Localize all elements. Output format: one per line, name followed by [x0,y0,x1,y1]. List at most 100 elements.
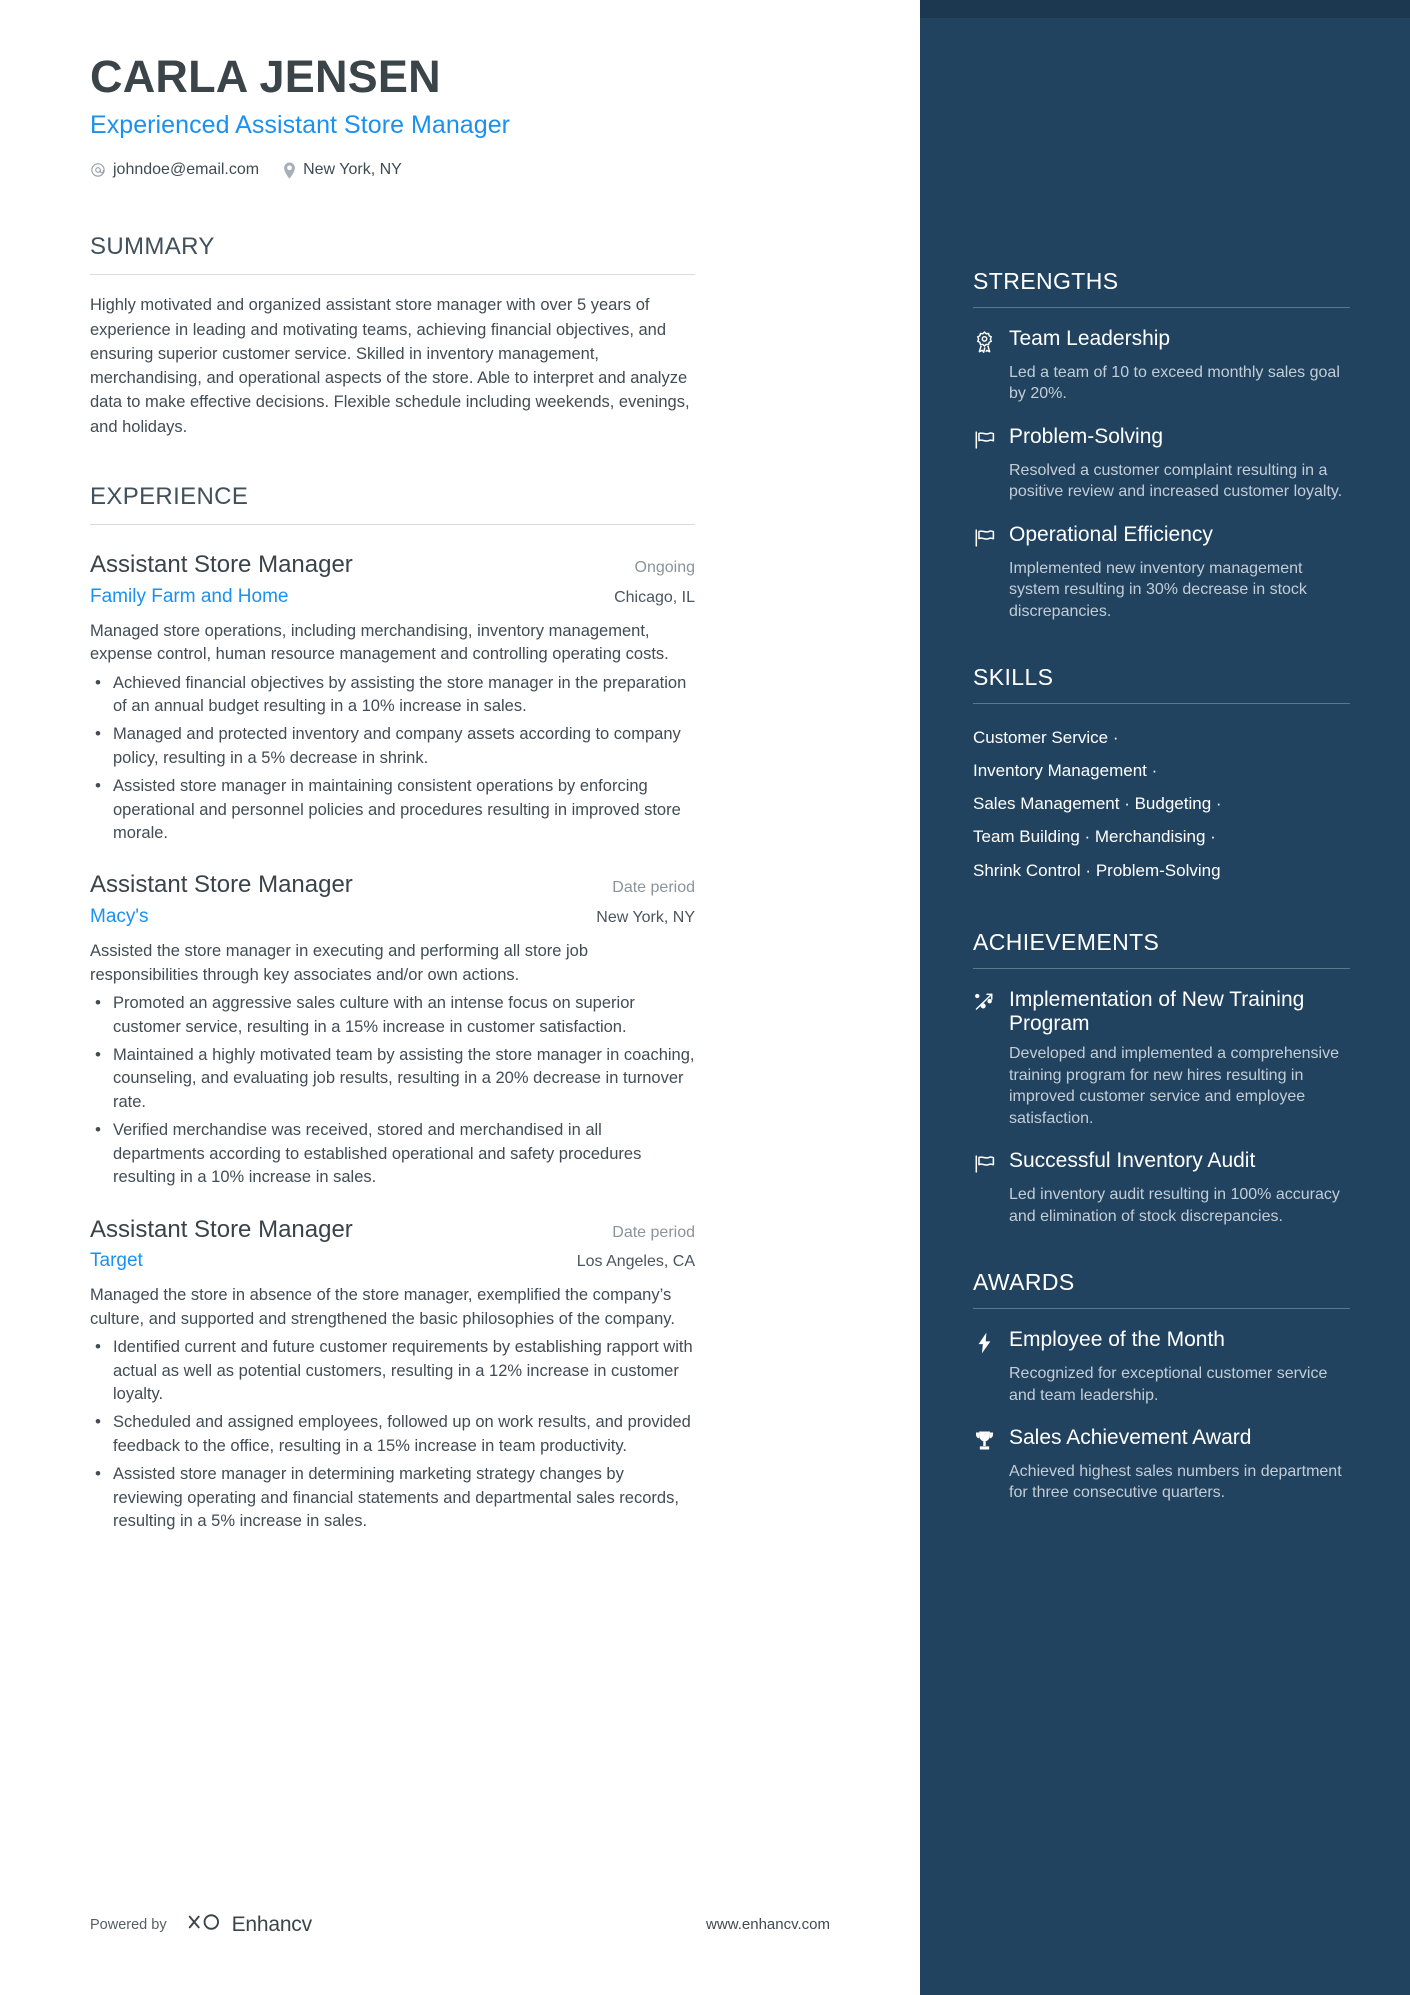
flag-icon [973,1151,996,1177]
sidebar: STRENGTHS Team Leadership Led a team of … [920,0,1410,1995]
job-bullet-list: Achieved financial objectives by assisti… [90,671,695,846]
job-bullet: Assisted store manager in determining ma… [90,1462,695,1533]
lightning-bolt-icon [973,1330,996,1356]
job-date: Date period [612,1223,695,1241]
summary-heading: SUMMARY [90,233,215,261]
experience-entry-title-row: Assistant Store Manager Date period [90,1216,695,1245]
flag-icon [973,525,996,551]
job-bullet-list: Promoted an aggressive sales culture wit… [90,991,695,1189]
experience-divider [90,523,695,525]
experience-heading: EXPERIENCE [90,482,249,510]
strengths-heading: STRENGTHS [973,268,1119,294]
experience-section: EXPERIENCE Assistant Store Manager Ongoi… [90,483,920,1534]
summary-section: SUMMARY Highly motivated and organized a… [90,233,920,439]
experience-entry-company-row: Macy's New York, NY [90,906,695,928]
achievement-item: Successful Inventory Audit Led inventory… [973,1149,1350,1227]
page-footer: Powered by Enhancv www.enhancv.com [90,1911,830,1938]
enhancv-brand-text: Enhancv [231,1912,313,1936]
summary-divider [90,274,695,276]
experience-entry-title-row: Assistant Store Manager Date period [90,871,695,900]
job-description: Managed the store in absence of the stor… [90,1286,675,1328]
strength-title: Problem-Solving [1009,424,1164,448]
job-bullet: Maintained a highly motivated team by as… [90,1043,695,1114]
achievements-heading: ACHIEVEMENTS [973,928,1160,955]
contact-email[interactable]: johndoe@email.com [90,161,259,179]
contact-location: New York, NY [283,161,402,179]
award-item: Sales Achievement Award Achieved highest… [973,1426,1350,1504]
resume-header: CARLA JENSEN Experienced Assistant Store… [90,51,920,179]
contact-row: johndoe@email.com New York, NY [90,161,920,179]
award-item-head: Sales Achievement Award [973,1426,1350,1454]
award-description: Achieved highest sales numbers in depart… [1009,1462,1342,1502]
page-title: CARLA JENSEN [90,51,441,102]
job-bullet: Managed and protected inventory and comp… [90,722,695,770]
skill-line: Shrink Control · Problem-Solving [973,860,1221,880]
job-company[interactable]: Family Farm and Home [90,586,289,608]
job-title: Assistant Store Manager [90,1215,353,1243]
job-title: Assistant Store Manager [90,550,353,578]
achievement-item-head: Successful Inventory Audit [973,1149,1350,1177]
awards-section: AWARDS Employee of the Month Recognized … [973,1269,1350,1504]
strength-title: Team Leadership [1009,327,1171,350]
skills-section: SKILLS Customer Service · Inventory Mana… [973,664,1350,887]
strength-title: Operational Efficiency [1009,522,1213,546]
job-description: Assisted the store manager in executing … [90,942,589,984]
job-date: Date period [612,879,695,897]
resume-page: CARLA JENSEN Experienced Assistant Store… [0,0,1410,1995]
achievement-description: Led inventory audit resulting in 100% ac… [1009,1186,1340,1225]
experience-entry-company-row: Family Farm and Home Chicago, IL [90,586,695,608]
experience-entry: Assistant Store Manager Ongoing Family F… [90,551,695,846]
award-item: Employee of the Month Recognized for exc… [973,1328,1350,1406]
award-ribbon-icon [973,329,996,355]
skill-line: Team Building · Merchandising · [973,827,1216,847]
experience-entry: Assistant Store Manager Date period Macy… [90,871,695,1189]
enhancv-brand[interactable]: Enhancv [187,1911,312,1938]
strength-description: Resolved a customer complaint resulting … [1009,461,1343,501]
website-url[interactable]: www.enhancv.com [706,1916,830,1933]
strength-item: Operational Efficiency Implemented new i… [973,523,1350,622]
awards-heading: AWARDS [973,1269,1075,1296]
achievements-divider [973,967,1350,969]
flag-icon [973,427,996,453]
job-company[interactable]: Target [90,1250,143,1272]
map-pin-icon [283,162,296,179]
experience-entry-company-row: Target Los Angeles, CA [90,1250,695,1272]
skills-divider [973,703,1350,705]
achievement-title: Successful Inventory Audit [1009,1149,1256,1173]
main-column: CARLA JENSEN Experienced Assistant Store… [0,0,920,1995]
sidebar-top-strip [920,0,1410,18]
skills-heading: SKILLS [973,664,1054,691]
strengths-divider [973,307,1350,308]
job-company[interactable]: Macy's [90,906,149,928]
achievements-section: ACHIEVEMENTS Implementation of New Train… [973,929,1350,1227]
strengths-section: STRENGTHS Team Leadership Led a team of … [973,268,1350,622]
job-date: Ongoing [634,558,696,576]
skill-line: Customer Service · [973,728,1119,748]
summary-text: Highly motivated and organized assistant… [90,296,690,436]
strength-item-head: Problem-Solving [973,425,1350,453]
job-location: Chicago, IL [614,588,695,606]
strength-item-head: Team Leadership [973,327,1350,355]
job-bullet: Achieved financial objectives by assisti… [90,671,695,719]
job-bullet: Assisted store manager in maintaining co… [90,774,695,845]
achievement-item-head: Implementation of New Training Program [973,988,1350,1037]
job-bullet: Identified current and future customer r… [90,1335,695,1406]
enhancv-logo-icon [187,1911,223,1938]
job-location: Los Angeles, CA [576,1253,695,1271]
job-bullet-list: Identified current and future customer r… [90,1335,695,1533]
awards-divider [973,1308,1350,1310]
job-bullet: Promoted an aggressive sales culture wit… [90,991,695,1039]
skill-line: Sales Management · Budgeting · [973,794,1222,814]
strength-description: Led a team of 10 to exceed monthly sales… [1009,364,1340,403]
professional-title: Experienced Assistant Store Manager [90,111,511,140]
powered-by-label: Powered by [90,1916,167,1933]
award-title: Employee of the Month [1009,1328,1225,1352]
scatter-trend-icon [973,990,996,1016]
skill-line: Inventory Management · [973,761,1158,781]
job-location: New York, NY [596,909,695,927]
award-description: Recognized for exceptional customer serv… [1009,1365,1328,1404]
trophy-icon [973,1428,996,1454]
at-sign-icon [90,162,106,178]
job-bullet: Scheduled and assigned employees, follow… [90,1410,695,1458]
skills-list: Customer Service · Inventory Management … [973,721,1350,887]
